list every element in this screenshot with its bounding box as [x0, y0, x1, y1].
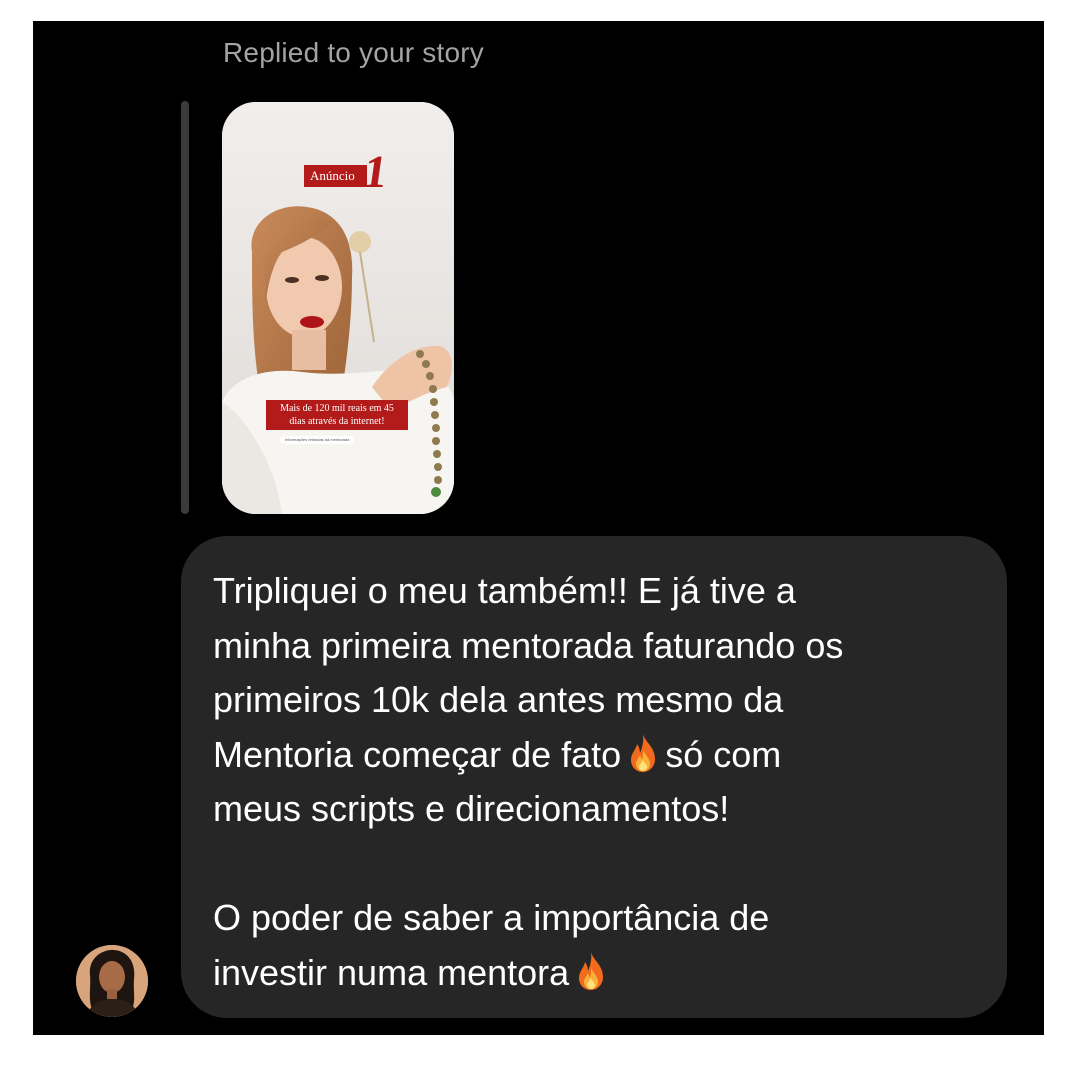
message-paragraph-gap	[213, 837, 979, 892]
message-line-8-text: investir numa mentora	[213, 951, 570, 993]
story-disclaimer: Informações retiradas da mentorada	[280, 436, 355, 444]
story-ad-badge: Anúncio	[304, 165, 367, 187]
message-line-1: Tripliquei o meu também!! E já tive a	[213, 570, 796, 611]
story-quote-bar	[181, 101, 189, 514]
chat-frame: Replied to your story Anúncio 1 Mais de …	[33, 21, 1044, 1035]
story-overlay-line-2: dias através da internet!	[289, 416, 385, 427]
message-line-5-text: só com	[665, 733, 782, 775]
message-line-8: investir numa mentora	[213, 946, 979, 1001]
message-line-6: meus scripts e direcionamentos!	[213, 788, 730, 829]
sender-avatar[interactable]	[76, 945, 148, 1017]
story-photo	[222, 102, 454, 514]
fire-icon	[631, 733, 656, 772]
message-bubble[interactable]: Tripliquei o meu também!! E já tive a mi…	[181, 536, 1007, 1018]
story-overlay-line-1: Mais de 120 mil reais em 45	[280, 403, 394, 414]
story-overlay-text: Mais de 120 mil reais em 45 dias através…	[266, 400, 408, 430]
story-thumbnail[interactable]: Anúncio 1 Mais de 120 mil reais em 45 di…	[222, 102, 454, 514]
message-line-3: primeiros 10k dela antes mesmo da	[213, 679, 784, 720]
message-line-7: O poder de saber a importância de	[213, 897, 770, 938]
message-line-4-text: Mentoria começar de fato	[213, 733, 622, 775]
reply-caption: Replied to your story	[223, 37, 484, 68]
message-line-2: minha primeira mentorada faturando os	[213, 624, 844, 666]
fire-icon	[579, 951, 604, 990]
avatar-photo	[76, 945, 148, 1017]
message-line-4: Mentoria começar de fato só com	[213, 728, 979, 783]
